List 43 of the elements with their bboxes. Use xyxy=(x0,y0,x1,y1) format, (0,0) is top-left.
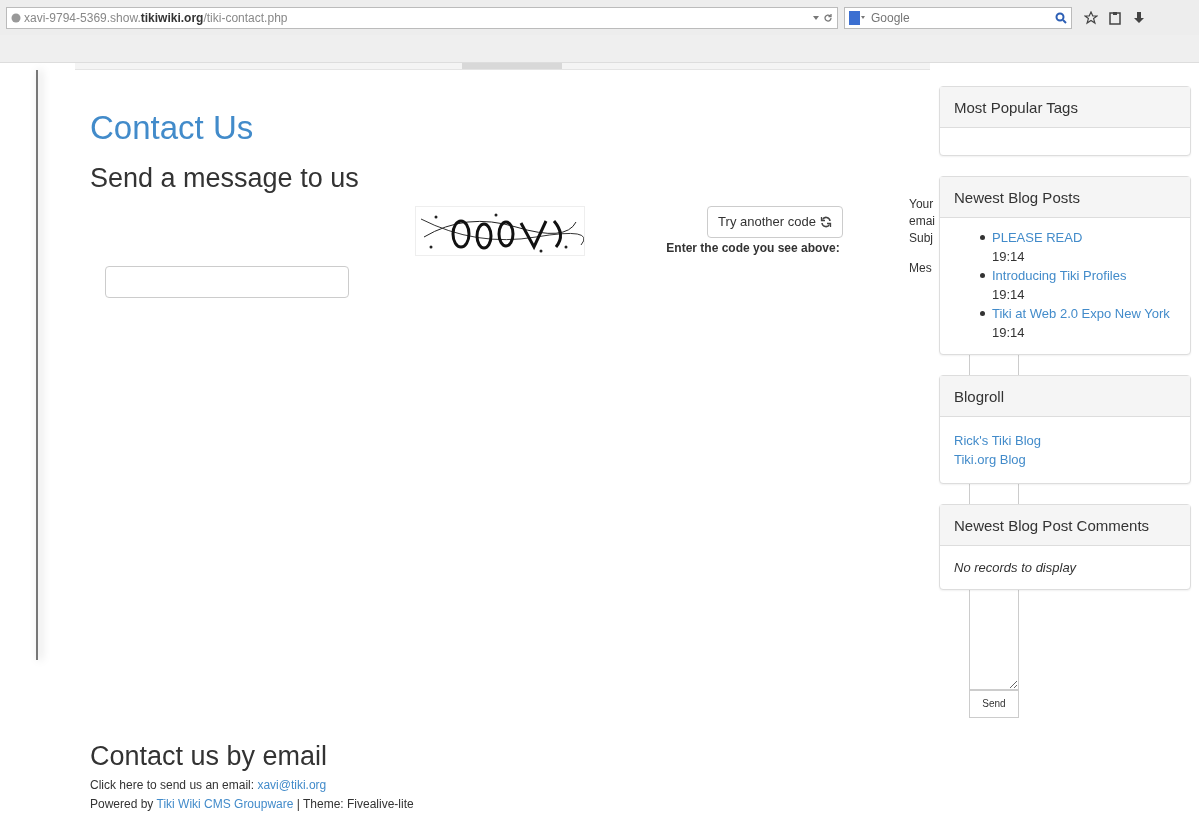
section-heading: Send a message to us xyxy=(90,161,359,194)
post-time: 19:14 xyxy=(992,248,1026,266)
post-time: 19:14 xyxy=(992,286,1026,304)
blog-post-link[interactable]: PLEASE READ xyxy=(992,230,1083,245)
panel-title: Most Popular Tags xyxy=(940,87,1190,128)
search-bar[interactable]: Google xyxy=(844,6,1072,29)
send-button[interactable]: Send xyxy=(969,690,1019,718)
footer-credits: Powered by Tiki Wiki CMS Groupware | Theme: Fivealive-lite xyxy=(90,796,415,814)
download-icon[interactable] xyxy=(1132,10,1146,25)
bullet-icon xyxy=(980,273,985,278)
field-label: Subj xyxy=(909,230,935,247)
section-heading: Contact us by email xyxy=(90,740,328,773)
bullet-icon xyxy=(980,235,985,240)
url-text: xavi-9794-5369.show.tikiwiki.org/tiki-contact.php xyxy=(24,10,288,25)
captcha-input-field[interactable] xyxy=(105,266,349,298)
field-label: Mes xyxy=(909,260,933,277)
blog-link[interactable]: Tiki.org Blog xyxy=(954,450,1026,469)
panel-title: Newest Blog Post Comments xyxy=(940,505,1190,546)
empty-message: No records to display xyxy=(954,560,1077,575)
powered-by-link[interactable]: Tiki Wiki CMS Groupware xyxy=(156,797,294,812)
message-field[interactable] xyxy=(969,612,1019,690)
star-icon[interactable] xyxy=(1084,10,1098,25)
clipboard-icon[interactable] xyxy=(1108,10,1122,25)
globe-icon xyxy=(11,12,21,23)
captcha-instruction: Enter the code you see above: xyxy=(666,241,840,255)
email-line: Click here to send us an email: xavi@tiki.org xyxy=(90,777,328,795)
email-link[interactable]: xavi@tiki.org xyxy=(257,778,327,793)
panel-title: Newest Blog Posts xyxy=(940,177,1190,218)
reload-icon[interactable] xyxy=(823,12,833,23)
panel-title: Blogroll xyxy=(940,376,1190,417)
page-title: Contact Us xyxy=(90,108,254,148)
blog-post-link[interactable]: Introducing Tiki Profiles xyxy=(992,268,1127,283)
dropdown-icon[interactable] xyxy=(812,13,820,22)
bullet-icon xyxy=(980,311,985,316)
blog-link[interactable]: Rick's Tiki Blog xyxy=(954,431,1041,450)
field-label: emai xyxy=(909,213,936,230)
address-bar[interactable]: xavi-9794-5369.show.tikiwiki.org/tiki-contact.php xyxy=(6,6,838,29)
blog-post-link[interactable]: Tiki at Web 2.0 Expo New York xyxy=(992,306,1170,321)
search-engine-icon xyxy=(849,10,865,25)
refresh-captcha-button[interactable]: Try another code xyxy=(707,206,843,238)
refresh-icon xyxy=(819,216,832,228)
post-time: 19:14 xyxy=(992,324,1026,342)
search-icon[interactable] xyxy=(1055,11,1067,24)
